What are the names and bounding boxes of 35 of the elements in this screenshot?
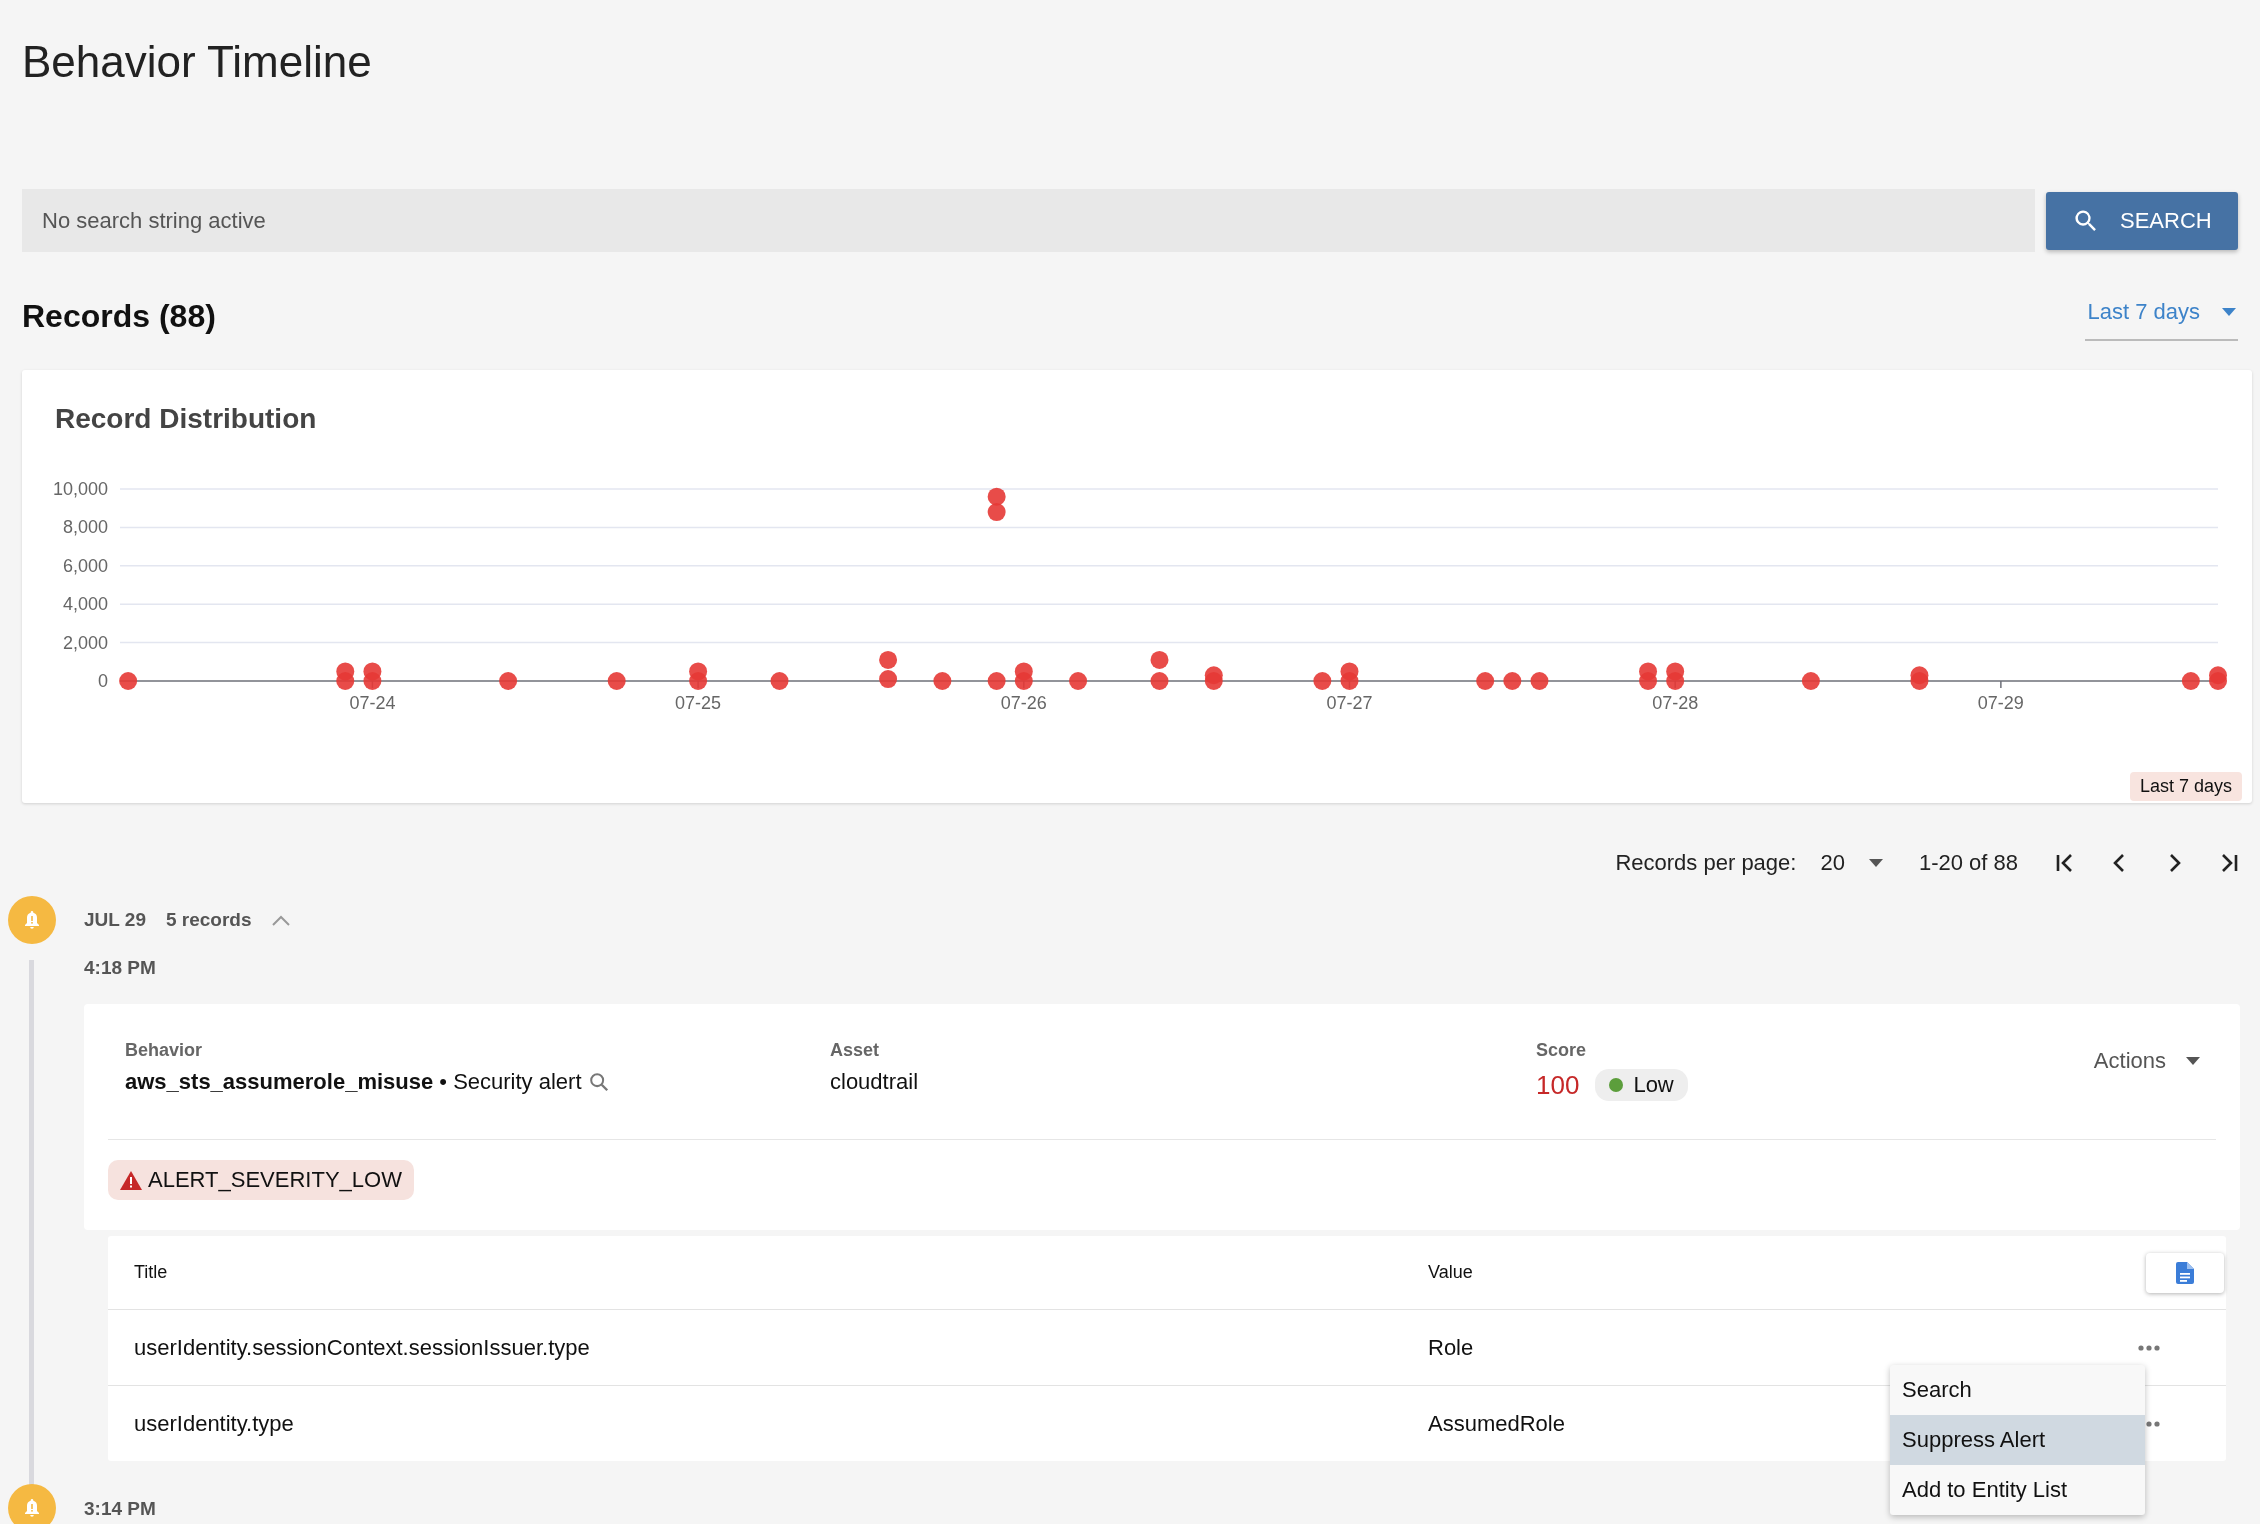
y-tick-label: 2,000 xyxy=(62,632,108,653)
group-date: JUL 29 xyxy=(84,909,146,931)
records-heading: Records (88) xyxy=(22,297,216,335)
page-range: 1-20 of 88 xyxy=(1918,850,2018,876)
field-label: Asset xyxy=(830,1040,881,1061)
field-label: Score xyxy=(1536,1040,1588,1061)
y-tick-label: 6,000 xyxy=(62,555,108,576)
table-cell-text: userIdentity.type xyxy=(134,1410,295,1437)
x-tick-label: 07-24 xyxy=(349,693,396,713)
table-cell-text: userIdentity.sessionContext.sessionIssuer.type xyxy=(134,1334,591,1361)
x-tick-label: 07-26 xyxy=(1000,693,1047,713)
range-badge: Last 7 days xyxy=(2129,772,2242,801)
y-tick-label: 0 xyxy=(98,671,108,691)
entry-time: 4:18 PM xyxy=(84,957,156,978)
behavior-name: aws_sts_assumerole_misuse • Security alert xyxy=(125,1069,582,1095)
page-title: Behavior Timeline xyxy=(22,36,373,88)
x-tick-label: 07-28 xyxy=(1652,693,1699,713)
y-tick-label: 8,000 xyxy=(62,517,108,538)
field-label: Behavior xyxy=(125,1040,204,1061)
per-page-label: Records per page: xyxy=(1615,850,1797,876)
column-header: Value xyxy=(1428,1262,1474,1283)
x-tick-label: 07-27 xyxy=(1326,693,1373,713)
table-cell-text: AssumedRole xyxy=(1428,1410,1566,1437)
asset-value: cloudtrail xyxy=(830,1069,919,1095)
x-tick-label: 07-25 xyxy=(675,693,722,713)
y-tick-label: 4,000 xyxy=(62,594,108,615)
severity-pill: Low xyxy=(1595,1069,1688,1101)
entry-time: 3:14 PM xyxy=(84,1498,156,1519)
severity-tag: ALERT_SEVERITY_LOW xyxy=(108,1160,414,1200)
y-tick-label: 10,000 xyxy=(52,479,108,499)
x-tick-label: 07-29 xyxy=(1977,693,2024,713)
score-value: 100 xyxy=(1536,1069,1580,1101)
chart-title: Record Distribution xyxy=(55,402,318,436)
column-header: Title xyxy=(134,1262,169,1283)
table-cell-text: Role xyxy=(1428,1334,1475,1361)
